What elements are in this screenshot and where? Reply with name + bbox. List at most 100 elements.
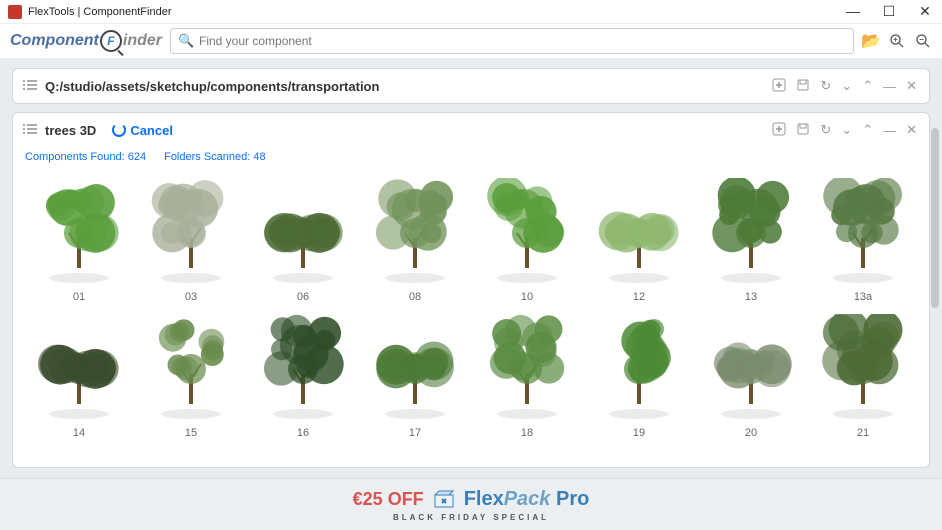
- window-titlebar: FlexTools | ComponentFinder — ☐ ✕: [0, 0, 942, 24]
- scrollbar-thumb[interactable]: [931, 128, 939, 308]
- list-icon: [23, 78, 37, 95]
- component-thumbnail[interactable]: 21: [809, 309, 917, 439]
- tree-thumbnail-image: [589, 309, 689, 419]
- component-thumbnail[interactable]: 17: [361, 309, 469, 439]
- promo-banner[interactable]: €25 OFF FlexPack Pro BLACK FRIDAY SPECIA…: [0, 478, 942, 530]
- window-controls: — ☐ ✕: [844, 3, 934, 20]
- results-title: trees 3D: [45, 123, 96, 138]
- component-thumbnail[interactable]: 18: [473, 309, 581, 439]
- thumbnail-label: 14: [73, 427, 85, 439]
- content-area: Q:/studio/assets/sketchup/components/tra…: [0, 58, 942, 478]
- logo-text-part1: Component: [10, 32, 99, 50]
- list-icon: [23, 122, 37, 139]
- component-thumbnail[interactable]: 12: [585, 173, 693, 303]
- window-title: FlexTools | ComponentFinder: [28, 6, 171, 18]
- component-thumbnail[interactable]: 16: [249, 309, 357, 439]
- path-panel: Q:/studio/assets/sketchup/components/tra…: [12, 68, 930, 104]
- thumbnail-label: 19: [633, 427, 645, 439]
- app-icon: [8, 5, 22, 19]
- scan-stats: Components Found: 624 Folders Scanned: 4…: [13, 147, 929, 169]
- minimize-button[interactable]: —: [844, 3, 862, 20]
- component-thumbnail[interactable]: 10: [473, 173, 581, 303]
- thumbnail-label: 21: [857, 427, 869, 439]
- thumbnail-label: 13: [745, 291, 757, 303]
- promo-brand: FlexPack Pro: [464, 488, 590, 511]
- chevron-up-icon[interactable]: ⌃: [860, 76, 875, 96]
- folder-path: Q:/studio/assets/sketchup/components/tra…: [45, 79, 379, 94]
- cancel-label: Cancel: [130, 123, 173, 138]
- component-thumbnail[interactable]: 01: [25, 173, 133, 303]
- refresh-button[interactable]: ↻: [818, 76, 833, 96]
- thumbnail-label: 20: [745, 427, 757, 439]
- component-thumbnail[interactable]: 19: [585, 309, 693, 439]
- close-button[interactable]: ✕: [916, 3, 934, 20]
- chevron-up-icon[interactable]: ⌃: [860, 120, 875, 140]
- zoom-in-button[interactable]: [888, 32, 906, 50]
- thumbnail-label: 18: [521, 427, 533, 439]
- tree-thumbnail-image: [141, 309, 241, 419]
- tree-thumbnail-image: [813, 173, 913, 283]
- collapse-button[interactable]: —: [881, 121, 898, 140]
- thumbnail-label: 08: [409, 291, 421, 303]
- tree-thumbnail-image: [29, 309, 129, 419]
- thumbnail-label: 16: [297, 427, 309, 439]
- logo-magnifier-icon: F: [100, 30, 122, 52]
- thumbnail-label: 06: [297, 291, 309, 303]
- add-folder-button[interactable]: [770, 120, 788, 141]
- tree-thumbnail-image: [701, 309, 801, 419]
- vertical-scrollbar[interactable]: [930, 68, 940, 468]
- tree-thumbnail-image: [253, 309, 353, 419]
- tree-thumbnail-image: [813, 309, 913, 419]
- components-found: Components Found: 624: [25, 151, 146, 163]
- maximize-button[interactable]: ☐: [880, 3, 898, 20]
- save-button[interactable]: [794, 76, 812, 97]
- component-thumbnail[interactable]: 15: [137, 309, 245, 439]
- thumbnail-label: 01: [73, 291, 85, 303]
- box-icon: [432, 489, 456, 509]
- save-button[interactable]: [794, 120, 812, 141]
- thumbnail-label: 12: [633, 291, 645, 303]
- tree-thumbnail-image: [477, 309, 577, 419]
- tree-thumbnail-image: [141, 173, 241, 283]
- thumbnail-grid: 01 03 06 08 10: [13, 169, 929, 451]
- search-icon: 🔍: [178, 33, 194, 49]
- component-thumbnail[interactable]: 08: [361, 173, 469, 303]
- open-folder-button[interactable]: 📂: [862, 32, 880, 50]
- close-panel-button[interactable]: ✕: [904, 76, 919, 96]
- thumbnail-label: 15: [185, 427, 197, 439]
- thumbnail-label: 17: [409, 427, 421, 439]
- thumbnail-label: 13a: [854, 291, 872, 303]
- tree-thumbnail-image: [365, 173, 465, 283]
- promo-subtitle: BLACK FRIDAY SPECIAL: [393, 513, 549, 522]
- spinner-icon: [112, 123, 126, 137]
- component-thumbnail[interactable]: 14: [25, 309, 133, 439]
- folders-scanned: Folders Scanned: 48: [164, 151, 266, 163]
- tree-thumbnail-image: [253, 173, 353, 283]
- refresh-button[interactable]: ↻: [818, 120, 833, 140]
- component-thumbnail[interactable]: 13: [697, 173, 805, 303]
- chevron-down-icon[interactable]: ⌄: [839, 76, 854, 96]
- chevron-down-icon[interactable]: ⌄: [839, 120, 854, 140]
- search-input[interactable]: [170, 28, 854, 54]
- zoom-out-button[interactable]: [914, 32, 932, 50]
- logo-text-part2: inder: [123, 32, 162, 50]
- component-thumbnail[interactable]: 06: [249, 173, 357, 303]
- tree-thumbnail-image: [589, 173, 689, 283]
- component-thumbnail[interactable]: 03: [137, 173, 245, 303]
- results-panel: trees 3D Cancel ↻ ⌄ ⌃ — ✕ Compon: [12, 112, 930, 468]
- cancel-button[interactable]: Cancel: [112, 123, 173, 138]
- add-folder-button[interactable]: [770, 76, 788, 97]
- promo-price: €25 OFF: [353, 489, 424, 510]
- close-panel-button[interactable]: ✕: [904, 120, 919, 140]
- main-toolbar: Component F inder 🔍 📂: [0, 24, 942, 58]
- search-wrapper: 🔍: [170, 28, 854, 54]
- tree-thumbnail-image: [477, 173, 577, 283]
- component-thumbnail[interactable]: 13a: [809, 173, 917, 303]
- app-logo: Component F inder: [10, 30, 162, 52]
- tree-thumbnail-image: [29, 173, 129, 283]
- tree-thumbnail-image: [365, 309, 465, 419]
- thumbnail-label: 10: [521, 291, 533, 303]
- thumbnail-label: 03: [185, 291, 197, 303]
- component-thumbnail[interactable]: 20: [697, 309, 805, 439]
- collapse-button[interactable]: —: [881, 77, 898, 96]
